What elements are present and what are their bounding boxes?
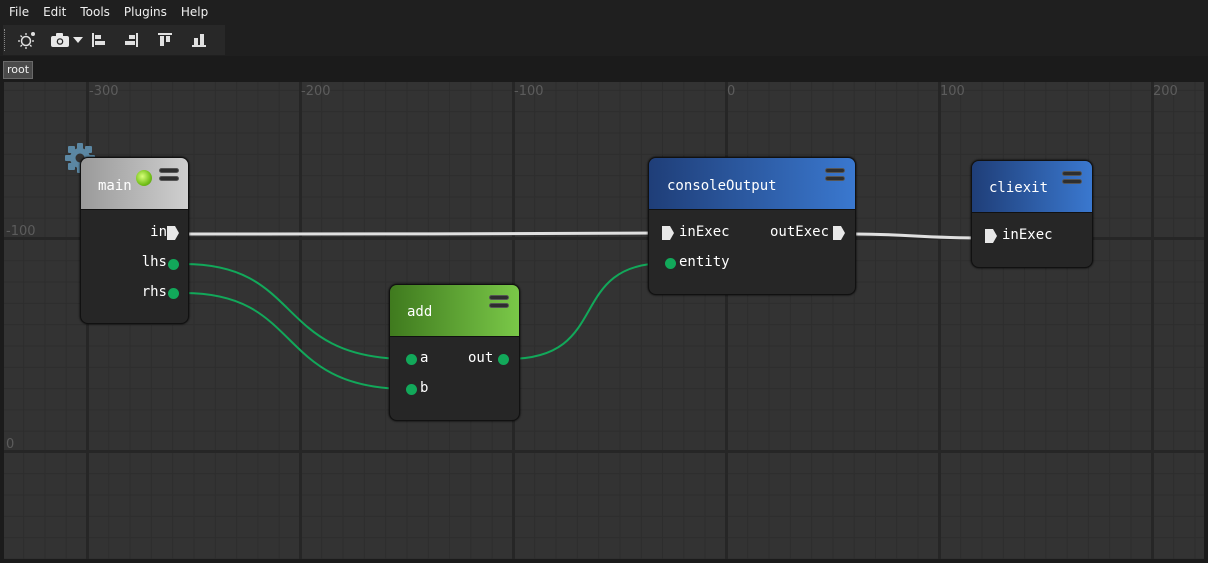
menu-plugins[interactable]: Plugins: [124, 5, 167, 19]
node-consoleOutput[interactable]: consoleOutput inExec outExec entity: [648, 157, 856, 295]
align-left-button[interactable]: [91, 28, 107, 52]
node-menu-icon[interactable]: [1062, 171, 1082, 185]
node-add[interactable]: add a out b: [389, 284, 520, 421]
port-label-rhs: rhs: [141, 284, 167, 300]
menu-help[interactable]: Help: [181, 5, 208, 19]
port-label-a: a: [420, 350, 429, 366]
port-label-inExec: inExec: [679, 224, 730, 240]
camera-icon: [51, 33, 69, 47]
menu-file[interactable]: File: [9, 5, 29, 19]
port-label-in: in: [150, 224, 167, 240]
sun-settings-icon: [18, 32, 35, 49]
graph-canvas[interactable]: -300 -200 -100 0 100 200 -100 0 main in …: [4, 82, 1204, 559]
data-port-lhs[interactable]: [168, 259, 179, 270]
port-label-inExec: inExec: [1002, 227, 1053, 243]
align-left-icon: [92, 33, 105, 47]
data-port-b[interactable]: [406, 384, 417, 395]
exec-port-in[interactable]: [167, 226, 179, 240]
chevron-down-icon: [73, 37, 83, 43]
toolbar: [0, 23, 1208, 56]
menu-edit[interactable]: Edit: [43, 5, 66, 19]
node-main[interactable]: main in lhs rhs: [80, 157, 189, 324]
align-right-icon: [125, 33, 138, 47]
exec-wire-main-console[interactable]: [187, 231, 661, 236]
node-title: add: [407, 304, 433, 320]
align-bottom-button[interactable]: [191, 28, 207, 52]
node-cliexit-header[interactable]: cliexit: [972, 161, 1092, 213]
node-title: consoleOutput: [667, 178, 777, 194]
align-top-button[interactable]: [157, 28, 173, 52]
breadcrumb-root[interactable]: root: [3, 61, 34, 79]
data-port-out[interactable]: [498, 354, 509, 365]
menu-bar: File Edit Tools Plugins Help: [0, 0, 1208, 23]
port-label-lhs: lhs: [141, 254, 167, 270]
node-menu-icon[interactable]: [159, 168, 179, 182]
camera-dropdown-button[interactable]: [73, 28, 83, 52]
camera-button[interactable]: [51, 28, 69, 52]
data-port-a[interactable]: [406, 354, 417, 365]
node-title: main: [98, 178, 132, 194]
align-right-button[interactable]: [123, 28, 139, 52]
port-label-entity: entity: [679, 254, 730, 270]
port-label-out: out: [468, 350, 494, 366]
port-label-outExec: outExec: [770, 224, 830, 240]
exec-port-outExec[interactable]: [833, 226, 845, 240]
data-port-entity[interactable]: [665, 258, 676, 269]
status-indicator: [136, 170, 152, 186]
menu-tools[interactable]: Tools: [80, 5, 110, 19]
data-wire-out-entity[interactable]: [507, 262, 668, 360]
node-main-header[interactable]: main: [81, 158, 188, 210]
toolbar-group: [3, 25, 225, 55]
node-menu-icon[interactable]: [825, 168, 845, 182]
align-bottom-icon: [192, 34, 206, 47]
node-consoleOutput-header[interactable]: consoleOutput: [649, 158, 855, 210]
breadcrumb: root: [0, 56, 1208, 81]
data-port-rhs[interactable]: [168, 288, 179, 299]
node-title: cliexit: [989, 180, 1049, 196]
node-cliexit[interactable]: cliexit inExec: [971, 160, 1093, 268]
port-label-b: b: [420, 380, 429, 396]
sun-settings-button[interactable]: [17, 28, 37, 52]
node-add-header[interactable]: add: [390, 285, 519, 337]
node-menu-icon[interactable]: [489, 295, 509, 309]
align-top-icon: [158, 33, 172, 46]
toolbar-grip[interactable]: [4, 29, 7, 51]
exec-port-inExec[interactable]: [985, 229, 997, 243]
exec-wire-console-cliexit[interactable]: [854, 232, 985, 240]
data-wire-rhs-b[interactable]: [183, 292, 409, 390]
exec-port-inExec[interactable]: [662, 226, 674, 240]
